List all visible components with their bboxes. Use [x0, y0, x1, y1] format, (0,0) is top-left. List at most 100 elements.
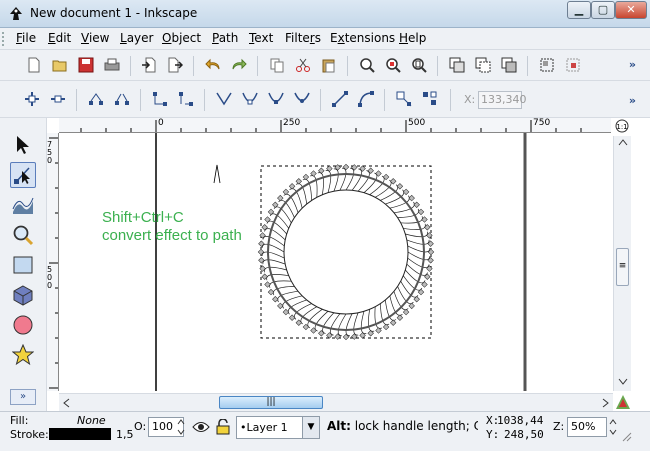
selector-tool-icon[interactable] — [10, 132, 36, 158]
zoom-correction-icon[interactable]: 1:1 — [612, 119, 632, 134]
delete-segment-icon[interactable] — [176, 89, 196, 109]
zoom-selection-icon[interactable] — [357, 55, 377, 75]
separator — [193, 56, 194, 76]
menu-path[interactable]: Path — [212, 31, 238, 45]
segment-curve-icon[interactable] — [356, 89, 376, 109]
smooth-node-icon[interactable] — [240, 89, 260, 109]
menu-filters[interactable]: Filters — [285, 31, 321, 45]
unlink-clone-icon[interactable] — [499, 55, 519, 75]
ruler-label: 250 — [283, 118, 301, 128]
redo-icon[interactable] — [229, 55, 249, 75]
menu-edit[interactable]: Edit — [48, 31, 71, 45]
cursor-y-value: 248,50 — [504, 428, 544, 441]
undo-icon[interactable] — [203, 55, 223, 75]
opacity-spinner-icon[interactable] — [176, 417, 186, 437]
drawing-canvas[interactable]: Shift+Ctrl+C convert effect to path — [59, 133, 611, 391]
3d-box-tool-icon[interactable] — [10, 282, 36, 308]
scroll-right-icon — [602, 398, 609, 408]
fill-label: Fill: — [10, 414, 29, 427]
menu-view[interactable]: View — [81, 31, 109, 45]
vertical-ruler: 750 500 — [47, 133, 59, 391]
horizontal-scroll-thumb[interactable]: ||| — [219, 396, 323, 409]
ruler-label: 750 — [47, 140, 53, 165]
toolbar-overflow-icon[interactable]: » — [629, 94, 636, 107]
zoom-page-icon[interactable] — [409, 55, 429, 75]
vertical-scrollbar[interactable]: ≡ — [613, 136, 631, 391]
node-tool-controls: » — [0, 81, 650, 118]
color-manage-icon[interactable] — [615, 394, 631, 410]
horizontal-scrollbar[interactable]: ||| — [59, 393, 613, 411]
menu-extensions[interactable]: Extensions — [330, 31, 395, 45]
ellipse-tool-icon[interactable] — [10, 312, 36, 338]
duplicate-icon[interactable] — [447, 55, 467, 75]
separator — [257, 56, 258, 76]
canvas-drawing — [155, 133, 527, 391]
minimize-button[interactable]: ▁ — [567, 1, 591, 19]
symmetric-node-icon[interactable] — [266, 89, 286, 109]
menu-layer[interactable]: Layer — [120, 31, 153, 45]
menu-object[interactable]: Object — [162, 31, 201, 45]
cut-icon[interactable] — [293, 55, 313, 75]
maximize-button[interactable]: ▢ — [591, 1, 615, 19]
join-nodes-icon[interactable] — [86, 89, 106, 109]
menu-help[interactable]: Help — [399, 31, 426, 45]
zoom-drawing-icon[interactable] — [383, 55, 403, 75]
stroke-width-value[interactable]: 1,5 — [116, 428, 134, 441]
import-icon[interactable] — [139, 55, 159, 75]
separator — [76, 89, 77, 111]
separator — [450, 89, 451, 111]
status-message: Alt: lock handle length; Ctrl+ — [327, 419, 478, 433]
close-button[interactable]: ✕ — [615, 1, 647, 19]
layer-selector[interactable]: •Layer 1 ▼ — [236, 416, 320, 439]
open-folder-icon[interactable] — [50, 55, 70, 75]
toolbar-overflow-icon[interactable]: » — [629, 58, 636, 71]
opacity-label: O: — [134, 420, 147, 433]
node-tool-icon[interactable] — [10, 162, 36, 188]
menu-file[interactable]: File — [16, 31, 36, 45]
zoom-tool-icon[interactable] — [10, 222, 36, 248]
copy-icon[interactable] — [267, 55, 287, 75]
menu-text[interactable]: Text — [249, 31, 273, 45]
vertical-scroll-thumb[interactable]: ≡ — [616, 248, 629, 286]
visibility-eye-icon[interactable] — [192, 420, 210, 434]
zoom-spinner-icon[interactable] — [608, 417, 618, 437]
object-to-path-icon[interactable] — [394, 89, 414, 109]
stroke-label: Stroke: — [10, 428, 49, 441]
more-tools-button[interactable]: » — [10, 389, 36, 405]
stroke-color-swatch[interactable] — [49, 428, 111, 440]
export-icon[interactable] — [165, 55, 185, 75]
separator — [204, 89, 205, 111]
status-message-modifier: Alt: — [327, 419, 351, 433]
toolbox: » — [0, 118, 47, 411]
group-icon[interactable] — [537, 55, 557, 75]
paste-icon[interactable] — [319, 55, 339, 75]
scroll-down-icon — [618, 378, 628, 385]
print-icon[interactable] — [102, 55, 122, 75]
canvas-note-line-1: Shift+Ctrl+C — [102, 209, 184, 226]
join-segment-icon[interactable] — [150, 89, 170, 109]
break-path-icon[interactable] — [112, 89, 132, 109]
insert-node-icon[interactable] — [22, 89, 42, 109]
delete-node-icon[interactable] — [48, 89, 68, 109]
x-coordinate-input[interactable]: 133,340 — [478, 91, 527, 109]
resize-grip-icon[interactable] — [620, 430, 632, 442]
fill-value[interactable]: None — [77, 414, 106, 427]
ungroup-icon[interactable] — [563, 55, 583, 75]
tweak-tool-icon[interactable] — [10, 192, 36, 218]
stroke-to-path-icon[interactable] — [420, 89, 440, 109]
new-document-icon[interactable] — [24, 55, 44, 75]
auto-smooth-node-icon[interactable] — [292, 89, 312, 109]
cusp-node-icon[interactable] — [214, 89, 234, 109]
ruler-label: 0 — [158, 118, 164, 128]
chevron-down-icon[interactable]: ▼ — [302, 417, 319, 438]
separator — [347, 56, 348, 76]
rectangle-tool-icon[interactable] — [10, 252, 36, 278]
lock-icon[interactable] — [216, 419, 230, 435]
zoom-input[interactable]: 50% — [567, 417, 607, 437]
save-icon[interactable] — [76, 55, 96, 75]
svg-text:1:1: 1:1 — [616, 123, 627, 131]
window-title: New document 1 - Inkscape — [30, 6, 198, 20]
clone-icon[interactable] — [473, 55, 493, 75]
star-tool-icon[interactable] — [10, 342, 36, 368]
segment-line-icon[interactable] — [330, 89, 350, 109]
